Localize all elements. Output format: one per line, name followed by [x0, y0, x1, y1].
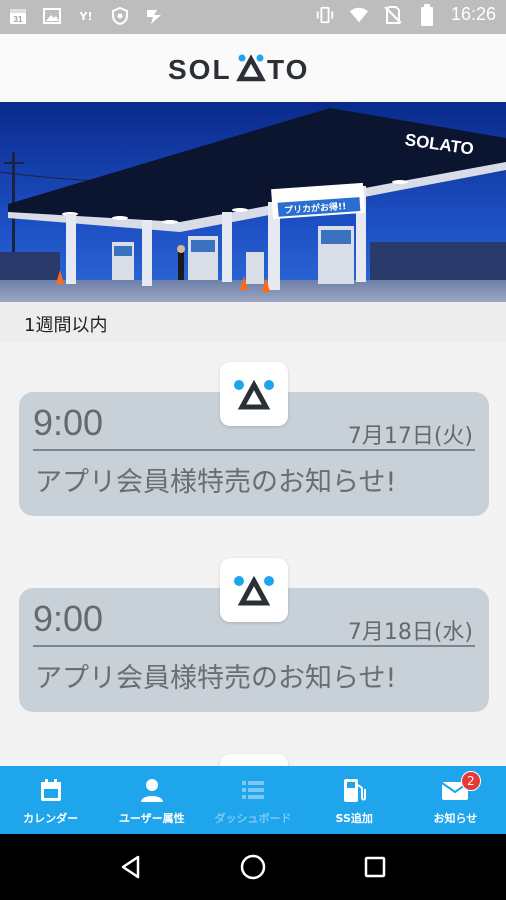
notice-time: 9:00 — [33, 402, 104, 443]
notice-date: 7月17日(火) — [347, 424, 473, 449]
list-icon — [238, 776, 268, 804]
status-time: 16:26 — [450, 4, 496, 24]
person-icon — [137, 776, 167, 804]
tab-label: カレンダー — [23, 812, 79, 825]
tab-calendar[interactable]: カレンダー — [0, 766, 101, 834]
solato-badge-icon — [220, 362, 288, 426]
system-nav-bar — [0, 834, 506, 900]
image-icon — [42, 6, 62, 26]
tab-label: ユーザー属性 — [118, 812, 185, 825]
battery-icon — [417, 3, 437, 26]
yahoo-icon: Y! — [79, 9, 93, 23]
section-header: 1週間以内 — [0, 302, 506, 342]
tab-label: お知らせ — [433, 812, 478, 825]
solato-logo: SOL TO — [168, 54, 309, 85]
no-sim-icon — [383, 5, 403, 25]
back-icon[interactable] — [111, 847, 151, 887]
notice-time: 9:00 — [33, 598, 104, 639]
app-header: SOL TO — [0, 34, 506, 102]
notice-date: 7月18日(水) — [347, 620, 473, 645]
solato-badge-icon — [220, 754, 288, 766]
bottom-tab-bar: カレンダー ユーザー属性 ダッシュボード SS追加 2 お知らせ — [0, 766, 506, 834]
calendar-icon: 31 — [8, 6, 28, 26]
calendar-icon — [36, 776, 66, 804]
svg-text:SOL: SOL — [168, 54, 232, 85]
bolt-icon — [144, 6, 164, 26]
tab-user-attributes[interactable]: ユーザー属性 — [101, 766, 202, 834]
notice-title: アプリ会員様特売のお知らせ! — [35, 663, 397, 694]
tab-label: ダッシュボード — [214, 812, 292, 825]
divider — [33, 645, 475, 647]
svg-text:TO: TO — [267, 54, 309, 85]
shield-icon — [110, 6, 130, 26]
status-bar: 31 Y! 16:26 — [0, 0, 506, 34]
solato-badge-icon — [220, 558, 288, 622]
tab-notifications[interactable]: 2 お知らせ — [405, 766, 506, 834]
tab-dashboard[interactable]: ダッシュボード — [202, 766, 303, 834]
hero-image-gas-station: SOLATO プリカがお得!! — [0, 102, 506, 302]
tab-add-ss[interactable]: SS追加 — [304, 766, 405, 834]
notice-list[interactable]: 9:00 7月17日(火) アプリ会員様特売のお知らせ! 9:00 7月18日(… — [0, 342, 506, 766]
status-notifications: 31 Y! — [8, 6, 164, 26]
recents-icon[interactable] — [355, 847, 395, 887]
wifi-icon — [349, 5, 369, 25]
notification-count-badge: 2 — [460, 771, 481, 791]
notice-title: アプリ会員様特売のお知らせ! — [35, 467, 397, 498]
status-system: 16:26 — [315, 3, 496, 26]
tab-label: SS追加 — [335, 812, 373, 825]
svg-text:31: 31 — [14, 15, 23, 24]
divider — [33, 449, 475, 451]
section-label: 1週間以内 — [24, 315, 108, 336]
gas-pump-icon — [339, 776, 369, 804]
home-icon[interactable] — [233, 847, 273, 887]
vibrate-icon — [315, 5, 335, 25]
